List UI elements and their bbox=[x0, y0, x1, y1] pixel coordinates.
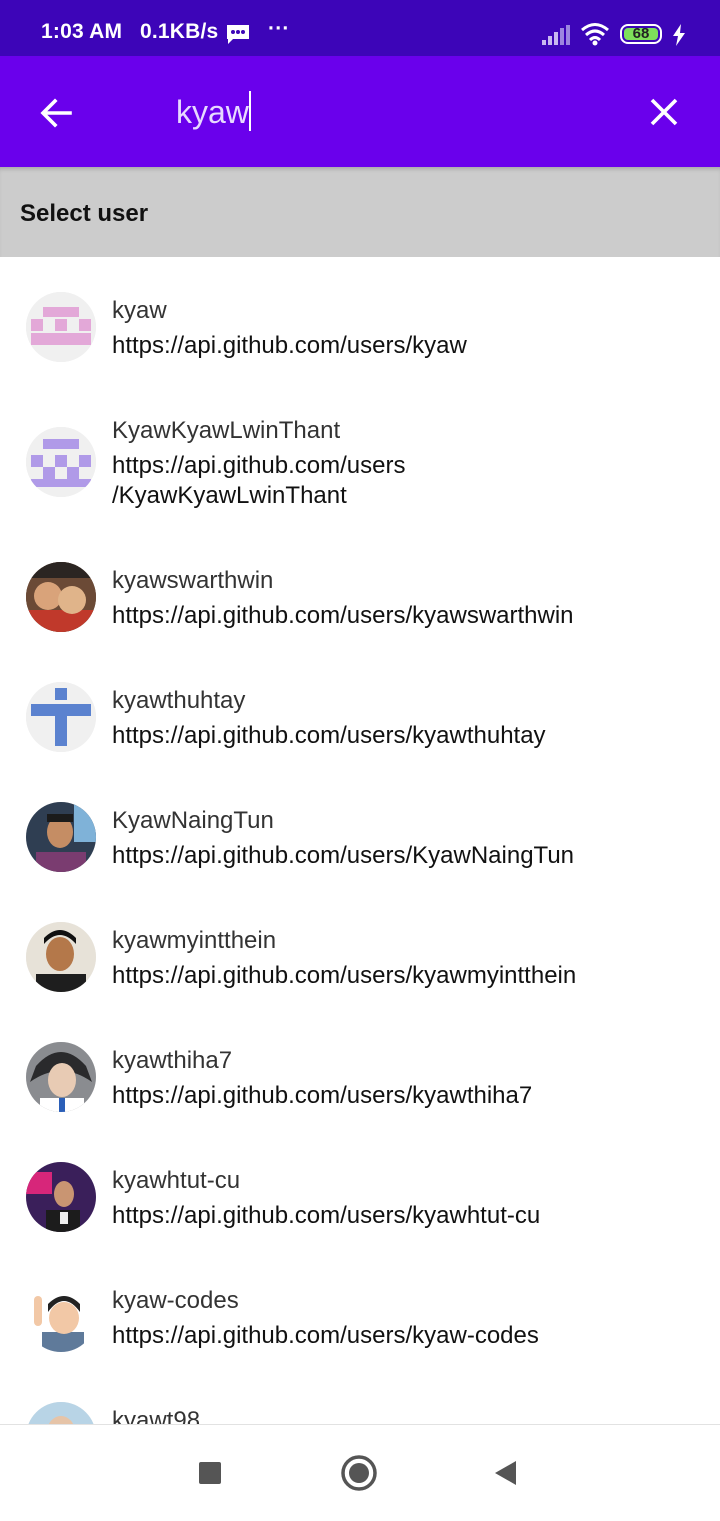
user-login: kyawmyintthein bbox=[112, 927, 277, 954]
avatar bbox=[26, 292, 96, 362]
avatar bbox=[26, 922, 96, 992]
user-login: kyawhtut-cu bbox=[112, 1167, 241, 1194]
sms-icon bbox=[227, 25, 249, 44]
avatar bbox=[26, 802, 96, 872]
user-login: kyawt98 bbox=[112, 1407, 201, 1424]
section-header: Select user bbox=[0, 167, 720, 257]
list-item[interactable]: kyaw-codes https://api.github.com/users/… bbox=[0, 1247, 720, 1367]
user-url: https://api.github.com/users/kyawswarthw… bbox=[112, 602, 574, 629]
user-login: kyaw bbox=[112, 297, 167, 324]
recents-icon[interactable] bbox=[198, 1461, 222, 1485]
battery-icon: 68 bbox=[620, 24, 662, 44]
text-caret bbox=[249, 91, 251, 131]
list-item[interactable]: kyawswarthwin https://api.github.com/use… bbox=[0, 527, 720, 647]
user-url: https://api.github.com/users/kyawthuhtay bbox=[112, 722, 546, 749]
home-icon[interactable] bbox=[340, 1454, 378, 1492]
user-list: kyaw https://api.github.com/users/kyaw K… bbox=[0, 257, 720, 1424]
search-toolbar bbox=[0, 56, 720, 167]
avatar bbox=[26, 427, 96, 497]
user-url-line1: https://api.github.com/users bbox=[112, 452, 406, 479]
user-login: kyaw-codes bbox=[112, 1287, 239, 1314]
list-item[interactable]: kyawhtut-cu https://api.github.com/users… bbox=[0, 1127, 720, 1247]
arrow-left-icon[interactable] bbox=[36, 93, 76, 133]
user-url-line2: /KyawKyawLwinThant bbox=[112, 482, 347, 509]
search-input[interactable] bbox=[176, 90, 616, 134]
avatar bbox=[26, 1402, 96, 1424]
list-item[interactable]: kyawthuhtay https://api.github.com/users… bbox=[0, 647, 720, 767]
list-item[interactable]: kyaw https://api.github.com/users/kyaw bbox=[0, 257, 720, 377]
user-url: https://api.github.com/users/kyawhtut-cu bbox=[112, 1202, 541, 1229]
list-item[interactable]: kyawthiha7 https://api.github.com/users/… bbox=[0, 1007, 720, 1127]
signal-icon bbox=[542, 25, 570, 45]
list-item[interactable]: kyawmyintthein https://api.github.com/us… bbox=[0, 887, 720, 1007]
list-item[interactable]: kyawt98 bbox=[0, 1367, 720, 1424]
user-login: kyawthiha7 bbox=[112, 1047, 233, 1074]
close-icon[interactable] bbox=[644, 92, 684, 132]
status-network-speed: 0.1KB/s bbox=[140, 20, 219, 43]
user-url: https://api.github.com/users/kyawthiha7 bbox=[112, 1082, 533, 1109]
system-navigation-bar bbox=[0, 1424, 720, 1521]
avatar bbox=[26, 562, 96, 632]
user-url: https://api.github.com/users/KyawNaingTu… bbox=[112, 842, 575, 869]
wifi-icon bbox=[581, 23, 609, 46]
user-url: https://api.github.com/users/kyaw bbox=[112, 332, 467, 359]
battery-level: 68 bbox=[632, 25, 650, 42]
list-item[interactable]: KyawKyawLwinThant https://api.github.com… bbox=[0, 377, 720, 527]
status-bar: 1:03 AM 0.1KB/s ··· 68 bbox=[0, 0, 720, 56]
avatar bbox=[26, 682, 96, 752]
charging-icon bbox=[673, 24, 685, 46]
avatar bbox=[26, 1282, 96, 1352]
avatar bbox=[26, 1042, 96, 1112]
list-item[interactable]: KyawNaingTun https://api.github.com/user… bbox=[0, 767, 720, 887]
back-nav-icon[interactable] bbox=[492, 1459, 520, 1487]
section-title: Select user bbox=[20, 200, 149, 227]
avatar bbox=[26, 1162, 96, 1232]
user-login: kyawswarthwin bbox=[112, 567, 274, 594]
more-notifications-icon: ··· bbox=[268, 17, 290, 40]
user-login: kyawthuhtay bbox=[112, 687, 246, 714]
user-login: KyawNaingTun bbox=[112, 807, 274, 834]
status-time: 1:03 AM bbox=[41, 20, 123, 43]
user-url: https://api.github.com/users/kyaw-codes bbox=[112, 1322, 539, 1349]
user-login: KyawKyawLwinThant bbox=[112, 417, 341, 444]
user-url: https://api.github.com/users/kyawmyintth… bbox=[112, 962, 577, 989]
